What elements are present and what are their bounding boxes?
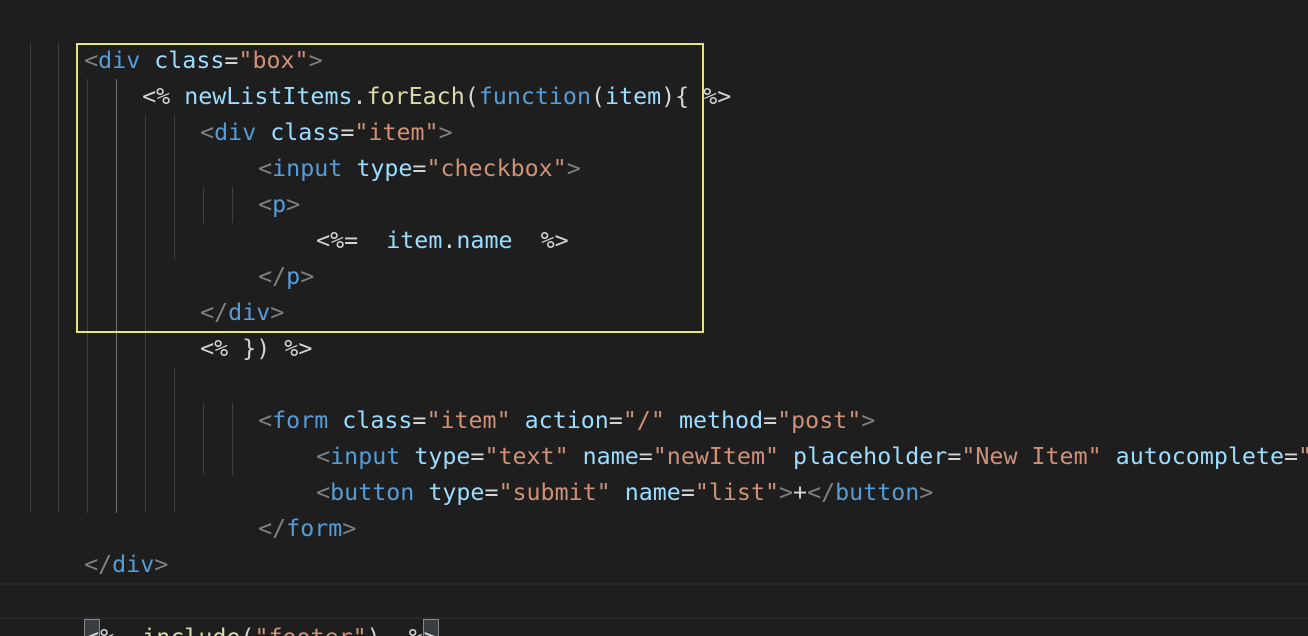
token: > <box>779 479 794 506</box>
code-line-8[interactable]: </div> <box>144 259 284 326</box>
token-tag: button <box>835 479 920 506</box>
bracket-match-open: < <box>84 619 101 636</box>
code-line-17[interactable]: <%- include("footer") -%> <box>28 583 439 636</box>
code-line-15[interactable]: </div> <box>28 511 168 578</box>
token: }) <box>242 335 271 362</box>
code-line-13[interactable]: <button type="submit" name="list">+</but… <box>260 439 933 506</box>
token: </ <box>84 551 113 578</box>
indent-guide-active <box>116 79 117 513</box>
token: ) <box>367 624 381 636</box>
code-line-7[interactable]: </p> <box>202 223 314 290</box>
token-tag: form <box>286 515 343 542</box>
code-line-6[interactable]: <%= item.name %> <box>260 187 569 254</box>
token-ejs: %> <box>540 227 569 254</box>
token: ( <box>464 83 479 110</box>
token: > <box>300 263 315 290</box>
code-line-2[interactable]: <% newListItems.forEach(function(item){ … <box>86 43 731 110</box>
token: ( <box>590 83 606 110</box>
code-line-12[interactable]: <input type="text" name="newItem" placeh… <box>260 403 1308 470</box>
token-keyword: function <box>478 83 591 110</box>
code-line-5[interactable]: <p> <box>202 151 300 218</box>
token-attr: type <box>428 479 485 506</box>
token-tag: div <box>112 551 155 578</box>
code-line-14[interactable]: </form> <box>202 475 356 542</box>
token-var: item <box>605 83 662 110</box>
code-line-4[interactable]: <input type="checkbox"> <box>202 115 581 182</box>
code-line-11[interactable]: <form class="item" action="/" method="po… <box>202 367 875 434</box>
token-var: item <box>386 227 443 254</box>
token-attr: type <box>356 155 413 182</box>
token: > <box>154 551 169 578</box>
token-ejs: <% <box>200 335 229 362</box>
token: = <box>680 479 695 506</box>
token: > <box>342 515 357 542</box>
token: + <box>793 479 808 506</box>
code-editor[interactable]: <div class="box"> <% newListItems.forEac… <box>0 0 1308 636</box>
token-string: "submit" <box>498 479 611 506</box>
token-string: "checkbox" <box>426 155 567 182</box>
code-line-1[interactable]: <div class="box"> <box>28 7 322 74</box>
token-attr: autocomplete <box>1115 443 1284 470</box>
token: </ <box>807 479 836 506</box>
token: . <box>442 227 457 254</box>
token-ejs: %- <box>100 624 128 636</box>
token-attr: name <box>624 479 681 506</box>
token-ejs: %> <box>284 335 313 362</box>
token-ejs: %> <box>703 83 732 110</box>
token-tag: p <box>286 263 301 290</box>
token-string: "of <box>1298 443 1308 470</box>
token: > <box>566 155 581 182</box>
code-line-3[interactable]: <div class="item"> <box>144 79 453 146</box>
token-string: "New Item" <box>961 443 1102 470</box>
token-string: "footer" <box>254 624 366 636</box>
token: ( <box>240 624 254 636</box>
token-ejs: <%= <box>316 227 359 254</box>
code-line-9[interactable]: <% }) %> <box>144 295 312 362</box>
token: = <box>1283 443 1299 470</box>
bracket-match-close: > <box>422 619 439 636</box>
token-ejs: -% <box>395 624 423 636</box>
token: = <box>947 443 962 470</box>
indent-guide <box>58 43 59 513</box>
token: = <box>484 479 499 506</box>
token-var: name <box>456 227 513 254</box>
token: ){ <box>661 83 690 110</box>
token-string: "list" <box>694 479 780 506</box>
indent-guide <box>174 367 175 513</box>
token: = <box>412 155 427 182</box>
token: </ <box>258 515 287 542</box>
token-function: include <box>142 624 240 636</box>
token: > <box>919 479 934 506</box>
